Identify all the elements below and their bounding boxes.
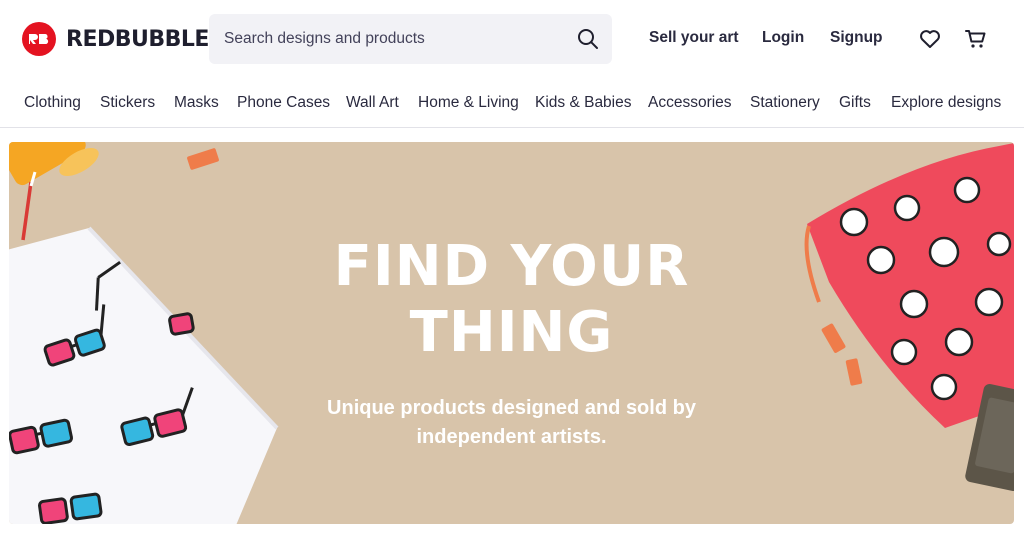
logo-mark-icon	[22, 22, 56, 56]
hero-title-line-1: FIND YOUR	[333, 234, 690, 299]
redbubble-logo[interactable]: REDBUBBLE	[22, 22, 209, 56]
search-button[interactable]	[576, 27, 600, 51]
search-bar	[209, 14, 612, 64]
nav-item-accessories[interactable]: Accessories	[648, 94, 732, 112]
wishlist-button[interactable]	[918, 27, 942, 51]
login-link[interactable]: Login	[762, 29, 804, 47]
nav-item-phone-cases[interactable]: Phone Cases	[237, 94, 330, 112]
nav-item-stationery[interactable]: Stationery	[750, 94, 820, 112]
category-nav: Clothing Stickers Masks Phone Cases Wall…	[0, 78, 1024, 128]
nav-item-masks[interactable]: Masks	[174, 94, 219, 112]
nav-item-kids-babies[interactable]: Kids & Babies	[535, 94, 632, 112]
nav-item-home-living[interactable]: Home & Living	[418, 94, 519, 112]
hero-title-line-2: THING	[409, 300, 614, 365]
nav-item-explore-designs[interactable]: Explore designs	[891, 94, 1001, 112]
sell-your-art-link[interactable]: Sell your art	[649, 29, 739, 47]
hero-title: FIND YOUR THING	[9, 234, 1014, 366]
nav-item-stickers[interactable]: Stickers	[100, 94, 155, 112]
nav-item-clothing[interactable]: Clothing	[24, 94, 81, 112]
drink-cup-illustration	[9, 142, 99, 241]
hero-subtitle: Unique products designed and sold by ind…	[9, 394, 1014, 452]
nav-item-wall-art[interactable]: Wall Art	[346, 94, 399, 112]
heart-icon	[920, 30, 940, 48]
search-input[interactable]	[209, 14, 549, 64]
signup-link[interactable]: Signup	[830, 29, 883, 47]
search-icon	[578, 29, 598, 49]
hero-subtitle-line-2: independent artists.	[416, 426, 607, 448]
hero-banner[interactable]: FIND YOUR THING Unique products designed…	[9, 142, 1014, 524]
site-header: REDBUBBLE Sell your art Login Signup	[0, 0, 1024, 78]
cart-button[interactable]	[964, 27, 988, 51]
nav-item-gifts[interactable]: Gifts	[839, 94, 871, 112]
logo-text: REDBUBBLE	[66, 26, 209, 52]
hero-subtitle-line-1: Unique products designed and sold by	[327, 397, 696, 419]
cart-icon	[965, 30, 986, 48]
